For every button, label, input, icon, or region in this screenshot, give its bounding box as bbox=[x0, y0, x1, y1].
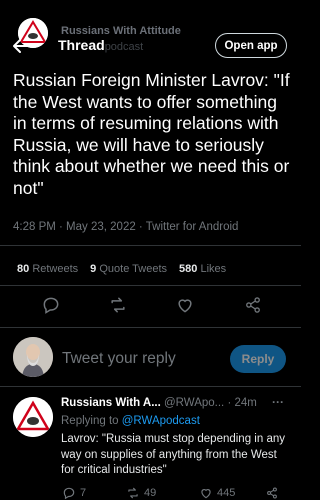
replying-handle[interactable]: @RWApodcast bbox=[122, 415, 200, 427]
tweet-stats: 80 Retweets 9 Quote Tweets 580 Likes bbox=[17, 263, 226, 275]
reply-icon bbox=[63, 487, 75, 500]
reply-icon[interactable] bbox=[41, 295, 61, 315]
retweets-stat[interactable]: 80 Retweets bbox=[17, 263, 78, 275]
reply-count: 7 bbox=[80, 487, 87, 499]
account-name: Russians With Attitude bbox=[61, 25, 181, 37]
likes-stat[interactable]: 580 Likes bbox=[179, 263, 226, 275]
reply-author-handle: @RWApo... bbox=[164, 397, 225, 409]
open-app-button[interactable]: Open app bbox=[215, 33, 287, 58]
replying-to: Replying to @RWApodcast bbox=[61, 415, 200, 427]
reply-like-action[interactable]: 445 bbox=[199, 486, 235, 500]
share-icon[interactable] bbox=[243, 295, 263, 315]
divider bbox=[0, 386, 301, 387]
reply-retweet-action[interactable]: 49 bbox=[126, 486, 156, 500]
page-title-overlap: podcast bbox=[104, 41, 144, 53]
page-title-text: Thread bbox=[58, 37, 105, 53]
reply-time: · 24m bbox=[227, 397, 257, 409]
retweet-count: 49 bbox=[144, 487, 157, 499]
like-icon[interactable] bbox=[175, 295, 195, 315]
tweet-timestamp[interactable]: 4:28 PM · May 23, 2022 · Twitter for And… bbox=[13, 221, 238, 233]
reply-button[interactable]: Reply bbox=[230, 345, 286, 373]
reply-actions: 7 49 445 bbox=[0, 486, 301, 500]
reply-author-name[interactable]: Russians With A... bbox=[61, 397, 161, 409]
divider bbox=[0, 245, 301, 246]
page-title: Threadpodcast bbox=[58, 37, 143, 53]
tweet-text: Russian Foreign Minister Lavrov: "If the… bbox=[13, 70, 290, 198]
top-bar: Russians With Attitude Threadpodcast Ope… bbox=[0, 0, 301, 70]
divider bbox=[0, 327, 301, 328]
divider bbox=[0, 285, 301, 286]
more-options-icon[interactable]: ··· bbox=[272, 395, 284, 409]
tweet-actions bbox=[0, 295, 301, 325]
reply-reply-action[interactable]: 7 bbox=[62, 486, 86, 500]
reply-author-avatar[interactable] bbox=[13, 397, 53, 437]
reply-input[interactable]: Tweet your reply bbox=[62, 350, 176, 368]
user-photo-icon bbox=[13, 337, 53, 377]
user-avatar[interactable] bbox=[13, 337, 53, 377]
quotes-stat[interactable]: 9 Quote Tweets bbox=[90, 263, 167, 275]
like-icon bbox=[201, 489, 211, 499]
back-arrow-icon[interactable] bbox=[12, 38, 32, 54]
reply-text: Lavrov: "Russia must stop depending in a… bbox=[61, 433, 285, 476]
reply-author-line: Russians With A... @RWApo... · 24m bbox=[61, 397, 257, 409]
share-icon bbox=[267, 487, 277, 499]
like-count: 445 bbox=[217, 487, 236, 499]
replying-prefix: Replying to bbox=[61, 415, 119, 427]
reply-share-action[interactable] bbox=[265, 486, 279, 500]
rwa-logo-icon bbox=[13, 397, 53, 437]
retweet-icon bbox=[128, 487, 138, 499]
retweet-icon[interactable] bbox=[108, 295, 128, 315]
